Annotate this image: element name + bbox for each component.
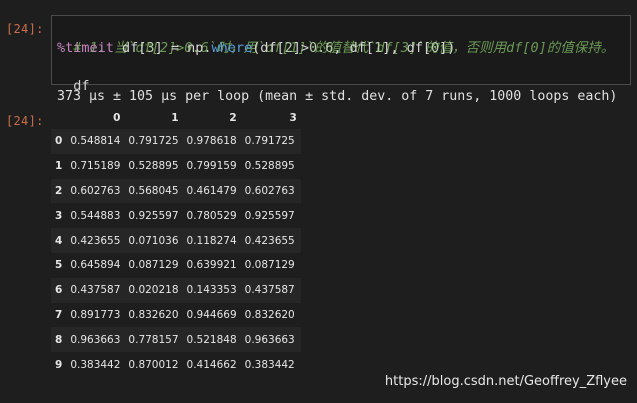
- table-cell: 0.087129: [244, 259, 295, 272]
- table-cell: 0.925597: [128, 209, 179, 222]
- table-cell: 0.071036: [128, 234, 179, 247]
- table-row: 0 0.548814 0.791725 0.978618 0.791725: [51, 129, 301, 154]
- input-prompt: [24]:: [6, 22, 44, 36]
- table-cell: 0.778157: [128, 333, 179, 346]
- code-number: 3: [146, 40, 155, 56]
- row-index: 5: [55, 259, 63, 272]
- table-cell: 0.383442: [70, 358, 121, 371]
- table-cell: 0.143353: [186, 284, 237, 297]
- table-row: 4 0.423655 0.071036 0.118274 0.423655: [51, 228, 301, 253]
- table-cell: 0.639921: [186, 259, 237, 272]
- table-cell: 0.423655: [70, 234, 121, 247]
- code-token: , df[: [333, 40, 375, 56]
- table-row: 9 0.383442 0.870012 0.414662 0.383442: [51, 352, 301, 377]
- table-cell: 0.978618: [186, 135, 237, 148]
- table-cell: 0.891773: [70, 308, 121, 321]
- magic-command: %timeit: [57, 40, 114, 56]
- table-row: 8 0.963663 0.778157 0.521848 0.963663: [51, 327, 301, 353]
- table-cell: 0.461479: [186, 184, 237, 197]
- code-token: ], df[: [382, 40, 431, 56]
- table-cell: 0.791725: [244, 135, 295, 148]
- table-cell: 0.963663: [70, 333, 121, 346]
- table-cell: 0.423655: [244, 234, 295, 247]
- table-cell: 0.568045: [128, 184, 179, 197]
- dataframe-table: 0123 0 0.548814 0.791725 0.978618 0.791725 1 0…: [51, 107, 301, 377]
- row-index: 3: [55, 209, 63, 222]
- table-cell: 0.118274: [186, 234, 237, 247]
- table-cell: 0.087129: [128, 259, 179, 272]
- table-cell: 0.780529: [186, 209, 237, 222]
- code-number: 0: [430, 40, 440, 56]
- timeit-output: 373 µs ± 105 µs per loop (mean ± std. de…: [57, 89, 618, 104]
- column-header: 1: [171, 112, 179, 124]
- watermark: https://blog.csdn.net/Geoffrey_Zflyee: [384, 374, 627, 389]
- table-row: 2 0.602763 0.568045 0.461479 0.602763: [51, 178, 301, 204]
- table-cell: 0.521848: [186, 333, 237, 346]
- table-cell: 0.548814: [70, 135, 121, 148]
- table-cell: 0.832620: [128, 308, 179, 321]
- table-cell: 0.602763: [244, 184, 295, 197]
- table-cell: 0.020218: [128, 284, 179, 297]
- table-cell: 0.383442: [244, 358, 295, 371]
- table-cell: 0.799159: [186, 160, 237, 173]
- code-token: ] = np.: [154, 40, 212, 56]
- output-prompt: [24]:: [6, 114, 44, 128]
- table-cell: 0.544883: [70, 209, 121, 222]
- row-index: 8: [55, 333, 63, 346]
- row-index: 2: [55, 184, 63, 197]
- table-header-row: 0 1 2 3: [51, 107, 301, 129]
- code-token: ]): [439, 40, 456, 56]
- row-index: 1: [55, 160, 63, 173]
- code-line-2: %timeit df[3] = np.where(df[2]>0.6, df[1…: [57, 39, 455, 58]
- table-cell: 0.963663: [244, 333, 295, 346]
- code-token: (df[: [252, 40, 285, 56]
- table-cell: 0.870012: [128, 358, 179, 371]
- table-cell: 0.645894: [70, 259, 121, 272]
- column-header: 0: [113, 112, 121, 124]
- code-number: 2: [284, 40, 293, 56]
- table-cell: 0.944669: [186, 308, 237, 321]
- table-cell: 0.602763: [70, 184, 121, 197]
- table-row: 1 0.715189 0.528895 0.799159 0.528895: [51, 154, 301, 179]
- table-row: 7 0.891773 0.832620 0.944669 0.832620: [51, 303, 301, 328]
- table-row: 3 0.544883 0.925597 0.780529 0.925597: [51, 203, 301, 228]
- code-number: 0.6: [309, 40, 334, 56]
- code-function: where: [211, 40, 253, 56]
- table-cell: 0.925597: [244, 209, 295, 222]
- table-cell: 0.528895: [128, 160, 179, 173]
- row-index: 6: [55, 284, 63, 297]
- table-cell: 0.528895: [244, 160, 295, 173]
- table-cell: 0.437587: [244, 284, 295, 297]
- table-row: 6 0.437587 0.020218 0.143353 0.437587: [51, 277, 301, 303]
- row-index: 0: [55, 135, 63, 148]
- code-number: 1: [374, 40, 383, 56]
- table-cell: 0.832620: [244, 308, 295, 321]
- column-header: [51, 107, 66, 129]
- code-token: ]>: [292, 40, 310, 56]
- row-index: 7: [55, 308, 63, 321]
- table-row: 5 0.645894 0.087129 0.639921 0.087129: [51, 253, 301, 278]
- code-token: df[: [113, 40, 147, 56]
- table-cell: 0.414662: [186, 358, 237, 371]
- row-index: 4: [55, 234, 63, 247]
- row-index: 9: [55, 358, 63, 371]
- table-cell: 0.437587: [70, 284, 121, 297]
- column-header: 2: [229, 112, 237, 124]
- table-cell: 0.791725: [128, 135, 179, 148]
- column-header: 3: [289, 112, 297, 124]
- table-cell: 0.715189: [70, 160, 121, 173]
